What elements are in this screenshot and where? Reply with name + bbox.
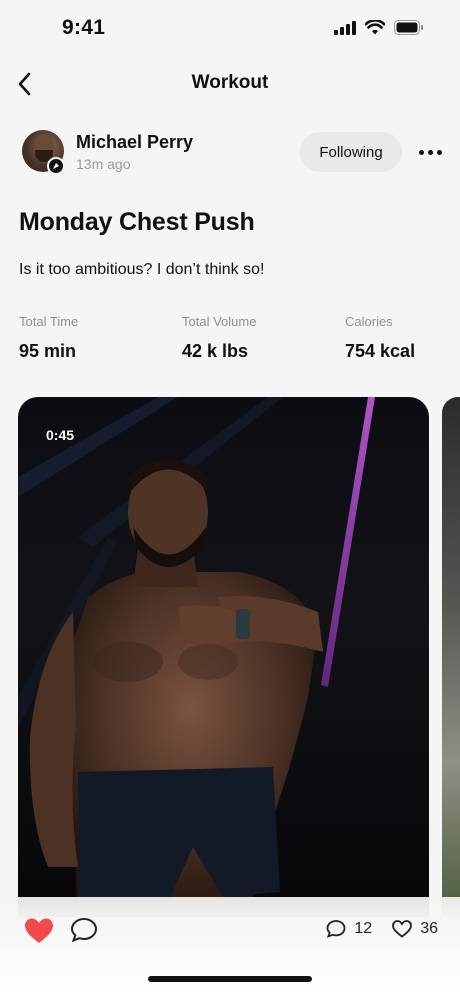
heart-outline-icon xyxy=(392,920,413,938)
workout-description: Is it too ambitious? I don’t think so! xyxy=(19,261,265,278)
following-button[interactable]: Following xyxy=(300,132,402,172)
like-count-label: 36 xyxy=(420,920,438,937)
engagement-counts: 12 36 xyxy=(326,919,438,939)
compass-badge-icon xyxy=(47,157,65,175)
comment-bubble-icon xyxy=(70,917,98,943)
workout-stats: Total Time 95 min Total Volume 42 k lbs … xyxy=(19,314,439,364)
stat-calories: Calories 754 kcal xyxy=(345,314,415,362)
next-media-card[interactable] xyxy=(442,397,460,917)
like-count[interactable]: 36 xyxy=(392,920,438,938)
status-time: 9:41 xyxy=(62,16,106,39)
stat-value: 42 k lbs xyxy=(182,341,249,361)
like-button[interactable] xyxy=(24,917,56,947)
comment-count-label: 12 xyxy=(354,920,373,937)
workout-title: Monday Chest Push xyxy=(19,208,255,236)
video-duration: 0:45 xyxy=(46,427,75,443)
comment-button[interactable] xyxy=(70,916,100,946)
author-name[interactable]: Michael Perry xyxy=(76,132,193,153)
home-indicator[interactable] xyxy=(148,976,312,982)
page-title: Workout xyxy=(191,72,269,93)
battery-icon xyxy=(394,20,423,35)
stat-value: 754 kcal xyxy=(345,341,416,361)
workout-video[interactable]: 0:45 xyxy=(18,397,429,917)
signal-icon xyxy=(334,20,356,35)
more-options-icon[interactable] xyxy=(414,138,446,166)
nav-bar: Workout xyxy=(0,60,460,108)
stat-total-volume: Total Volume 42 k lbs xyxy=(182,314,256,362)
action-bar: 12 36 xyxy=(0,897,460,997)
stat-label: Calories xyxy=(345,314,393,329)
status-bar: 9:41 xyxy=(0,0,460,60)
post-time: 13m ago xyxy=(76,156,131,172)
avatar[interactable] xyxy=(22,130,65,175)
comment-icon xyxy=(327,920,346,938)
stat-label: Total Volume xyxy=(182,314,257,329)
status-icons xyxy=(334,20,424,35)
stat-total-time: Total Time 95 min xyxy=(19,314,78,362)
stat-value: 95 min xyxy=(19,341,77,361)
wifi-icon xyxy=(365,20,385,35)
stat-label: Total Time xyxy=(19,314,79,329)
video-frame-image xyxy=(18,397,375,917)
heart-filled-icon xyxy=(25,918,53,943)
author-row: Michael Perry 13m ago Following xyxy=(0,128,460,178)
comment-count[interactable]: 12 xyxy=(326,919,372,939)
